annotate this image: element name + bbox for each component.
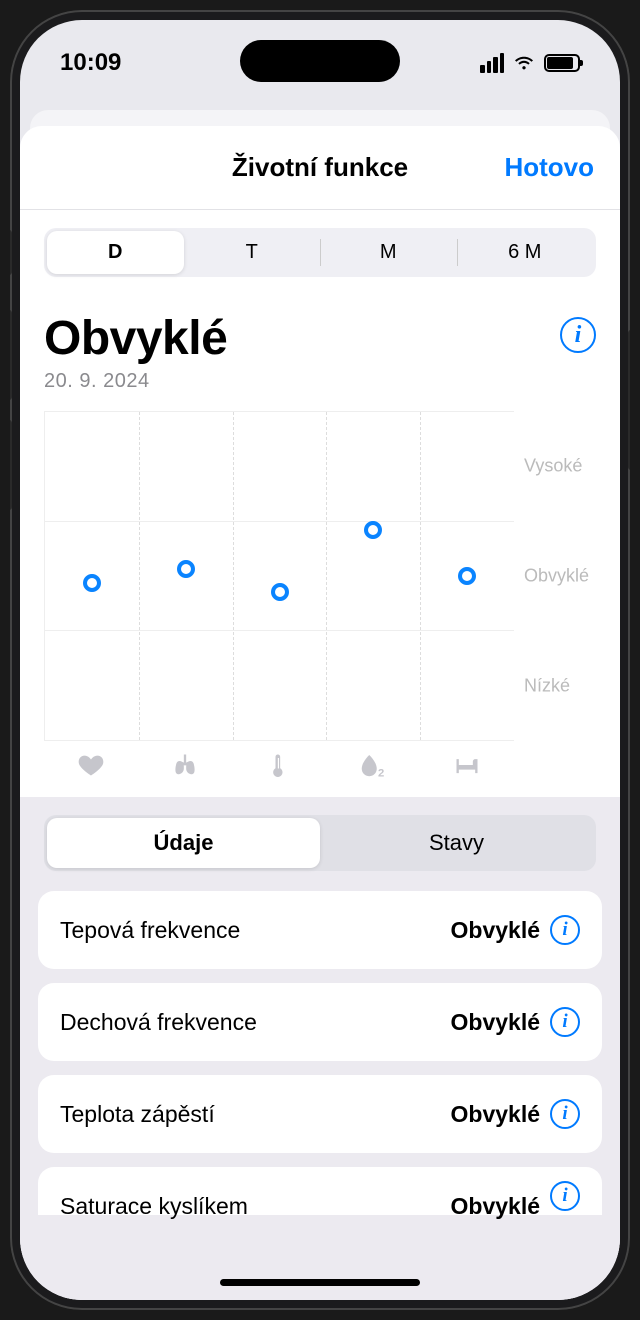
range-tab-6month[interactable]: 6 M [457,231,594,274]
thermometer-icon [232,751,326,779]
summary-title: Obvyklé [44,311,227,366]
info-icon[interactable]: i [550,1181,580,1211]
chart-point[interactable] [83,574,101,592]
cellular-icon [480,53,504,73]
metric-value: Obvyklé [451,917,541,944]
sheet-header: Životní funkce Hotovo [20,126,620,210]
summary-date: 20. 9. 2024 [44,370,227,393]
done-button[interactable]: Hotovo [504,152,594,183]
chart-point[interactable] [177,560,195,578]
range-tab-month[interactable]: M [320,231,457,274]
side-button [10,310,12,400]
side-button [10,420,12,510]
info-icon[interactable]: i [550,1007,580,1037]
bed-icon [420,751,514,779]
range-tab-day[interactable]: D [47,231,184,274]
oxygen-icon: 2 [326,751,420,779]
view-tab-data[interactable]: Údaje [47,818,320,868]
chart-point[interactable] [364,521,382,539]
info-button[interactable]: i [560,317,596,353]
metric-row-wrist-temp[interactable]: Teplota zápěstí Obvyklé i [38,1075,602,1153]
metric-label: Dechová frekvence [60,1009,257,1036]
vitals-chart[interactable]: Vysoké Obvyklé Nízké [44,411,596,741]
chart-section: D T M 6 M Obvyklé 20. 9. 2024 i [20,210,620,797]
phone-frame: 10:09 Životní funkce Hotovo D T [10,10,630,1310]
wifi-icon [512,54,536,72]
chart-point[interactable] [271,583,289,601]
metric-row-heart-rate[interactable]: Tepová frekvence Obvyklé i [38,891,602,969]
lungs-icon [138,751,232,779]
metric-value: Obvyklé [451,1193,541,1220]
chart-x-icons: 2 [44,751,596,779]
chart-y-label: Nízké [524,675,570,696]
range-tab-week[interactable]: T [184,231,321,274]
svg-text:2: 2 [378,767,384,779]
side-button [628,330,630,470]
chart-point[interactable] [458,567,476,585]
view-tab-states[interactable]: Stavy [320,818,593,868]
battery-icon [544,54,580,72]
metric-value: Obvyklé [451,1009,541,1036]
range-segmented-control: D T M 6 M [44,228,596,277]
metric-label: Tepová frekvence [60,917,240,944]
summary-block: Obvyklé 20. 9. 2024 i [44,311,596,393]
metric-row-oxygen-saturation[interactable]: Saturace kyslíkem Obvyklé i [38,1167,602,1215]
heart-icon [44,751,138,779]
info-icon[interactable]: i [550,1099,580,1129]
metric-label: Teplota zápěstí [60,1101,215,1128]
dynamic-island [240,40,400,82]
page-title: Životní funkce [232,152,408,183]
data-section: Údaje Stavy Tepová frekvence Obvyklé i D… [20,797,620,1300]
metric-value: Obvyklé [451,1101,541,1128]
chart-y-label: Obvyklé [524,566,589,587]
side-button [10,230,12,275]
info-icon[interactable]: i [550,915,580,945]
chart-y-label: Vysoké [524,456,582,477]
metric-label: Saturace kyslíkem [60,1193,248,1220]
metric-row-respiratory-rate[interactable]: Dechová frekvence Obvyklé i [38,983,602,1061]
vitals-sheet: Životní funkce Hotovo D T M 6 M Obvyklé … [20,126,620,1300]
status-right [480,53,580,73]
home-indicator[interactable] [220,1279,420,1286]
screen: 10:09 Životní funkce Hotovo D T [20,20,620,1300]
status-time: 10:09 [60,49,121,77]
view-segmented-control: Údaje Stavy [44,815,596,871]
